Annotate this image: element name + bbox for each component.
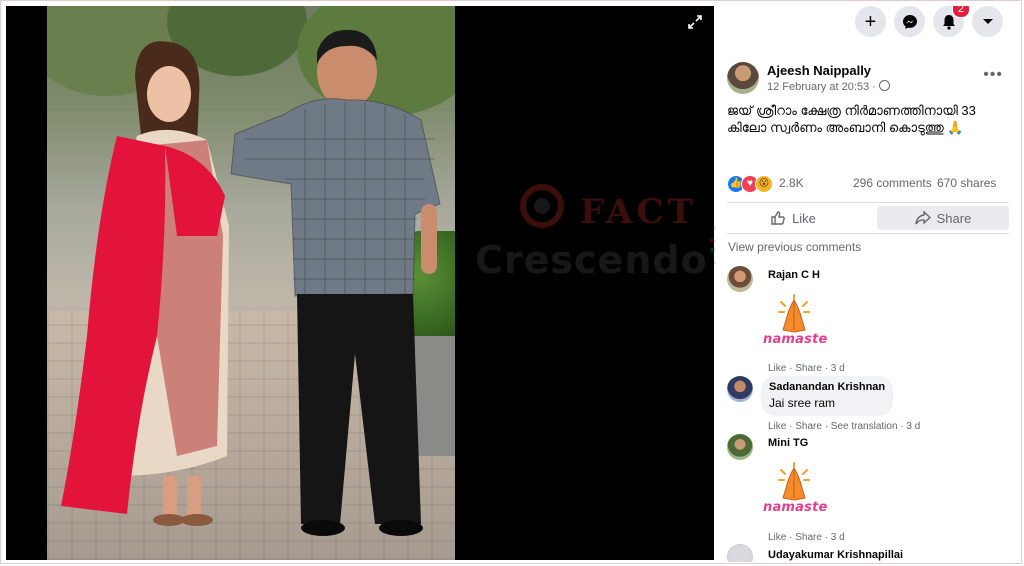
bell-icon [942, 14, 955, 30]
folded-hands-icon [778, 462, 810, 501]
comment-item: Mini TG namaste Like · Share · 3 d [727, 434, 1009, 544]
commenter-avatar[interactable] [727, 376, 753, 402]
share-button[interactable]: Share [877, 206, 1009, 230]
comment-actions[interactable]: Like · Share · 3 d [768, 532, 845, 543]
account-menu-button[interactable] [972, 6, 1003, 37]
comment-actions[interactable]: Like · Share · See translation · 3 d [768, 421, 920, 432]
shares-count[interactable]: 670 shares [937, 176, 996, 190]
comment-bubble: Sadanandan Krishnan Jai sree ram [761, 376, 894, 416]
post-text: ജയ് ശ്രീറാം ക്ഷേത്ര നിർമാണത്തിനായി 33 കി… [727, 103, 976, 135]
post-options-button[interactable]: ••• [983, 66, 1003, 84]
comment-text: Jai sree ram [769, 396, 836, 410]
commenter-avatar[interactable] [727, 544, 753, 562]
plus-icon: + [864, 10, 877, 33]
wow-reaction-icon: 😮 [755, 175, 773, 193]
expand-icon[interactable] [686, 14, 704, 32]
folded-hands-icon [778, 294, 810, 333]
commenter-avatar[interactable] [727, 434, 753, 460]
comments-count[interactable]: 296 comments [853, 176, 932, 190]
thumbs-up-icon [771, 211, 785, 225]
namaste-sticker: namaste [761, 462, 827, 524]
commenter-name[interactable]: Mini TG [768, 437, 808, 449]
post-timestamp[interactable]: 12 February at 20:53 · [767, 80, 890, 93]
post-side-panel: + 2 Ajeesh Naippally 12 February at 20:5… [715, 6, 1015, 562]
notification-count-badge: 2 [952, 6, 970, 18]
photo-viewer[interactable] [6, 6, 714, 560]
commenter-name[interactable]: Udayakumar Krishnapillai [768, 549, 903, 561]
person-woman-figure [61, 41, 229, 526]
post-photo [47, 6, 455, 560]
create-button[interactable]: + [855, 6, 886, 37]
comment-item: Sadanandan Krishnan Jai sree ram Like · … [727, 376, 1009, 436]
author-avatar[interactable] [727, 62, 759, 94]
top-bar: + 2 [855, 6, 1003, 40]
commenter-name[interactable]: Rajan C H [768, 269, 820, 281]
messenger-button[interactable] [894, 6, 925, 37]
like-button[interactable]: Like [727, 206, 859, 230]
sticker-caption: namaste [763, 500, 828, 515]
post-action-bar: Like Share [727, 202, 1009, 234]
notifications-button[interactable]: 2 [933, 6, 970, 37]
sticker-caption: namaste [763, 332, 828, 347]
comment-item: Udayakumar Krishnapillai [727, 544, 1009, 562]
namaste-sticker: namaste [761, 294, 827, 356]
reaction-icons: 👍 ♥ 😮 [727, 175, 773, 193]
view-previous-comments-link[interactable]: View previous comments [728, 240, 861, 254]
post-header: Ajeesh Naippally 12 February at 20:53 · … [727, 62, 1007, 98]
person-man-figure [230, 29, 441, 536]
reactions-count[interactable]: 2.8K [779, 176, 804, 190]
commenter-avatar[interactable] [727, 266, 753, 292]
share-arrow-icon [914, 211, 931, 225]
caret-down-icon [982, 18, 993, 24]
author-name[interactable]: Ajeesh Naippally [767, 63, 871, 78]
reactions-summary[interactable]: 👍 ♥ 😮 2.8K 296 comments 670 shares [727, 174, 1009, 194]
commenter-name[interactable]: Sadanandan Krishnan [769, 381, 885, 393]
globe-icon [878, 80, 890, 91]
comment-actions[interactable]: Like · Share · 3 d [768, 363, 845, 374]
messenger-icon [902, 14, 917, 29]
comment-item: Rajan C H namaste Like · Share · 3 d [727, 266, 1009, 376]
